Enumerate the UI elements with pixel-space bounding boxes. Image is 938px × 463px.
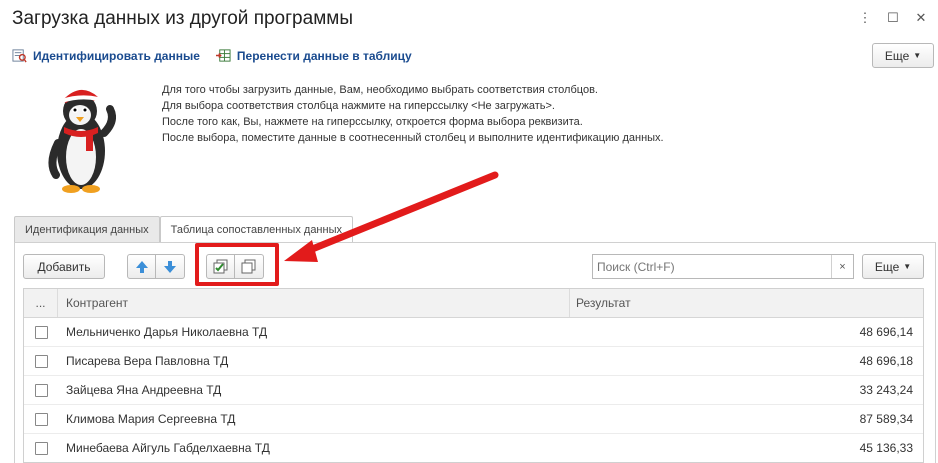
result-cell: 48 696,18 (859, 354, 913, 368)
result-cell: 48 696,14 (859, 325, 913, 339)
table-row[interactable]: Зайцева Яна Андреевна ТД 33 243,24 (24, 376, 923, 405)
maximize-icon[interactable]: ☐ (886, 10, 900, 26)
identify-data-label: Идентифицировать данные (33, 48, 200, 63)
table-more-button[interactable]: Еще ▼ (862, 254, 924, 279)
table-more-label: Еще (874, 259, 900, 274)
info-line: После выбора, поместите данные в соотнес… (162, 132, 664, 144)
chevron-down-icon: ▼ (903, 262, 912, 271)
tab-identification[interactable]: Идентификация данных (14, 216, 160, 242)
table-row[interactable]: Мельниченко Дарья Николаевна ТД 48 696,1… (24, 318, 923, 347)
clear-search-button[interactable]: × (831, 255, 853, 278)
highlight-frame (195, 243, 279, 286)
chevron-down-icon: ▼ (913, 51, 922, 60)
row-checkbox[interactable] (34, 441, 48, 455)
move-buttons (127, 254, 185, 279)
table-transfer-icon (215, 49, 231, 62)
arrow-down-icon (164, 260, 176, 273)
identify-data-button[interactable]: Идентифицировать данные (12, 48, 200, 63)
row-checkbox[interactable] (34, 325, 48, 339)
counterparty-cell: Писарева Вера Павловна ТД (66, 354, 229, 368)
column-header-result[interactable]: Результат (570, 289, 923, 317)
more-label: Еще (884, 48, 910, 63)
tab-mapped-table[interactable]: Таблица сопоставленных данных (159, 216, 353, 243)
info-line: Для выбора соответствия столбца нажмите … (162, 100, 555, 112)
data-table: ... Контрагент Результат Мельниченко Дар… (23, 288, 924, 463)
transfer-data-label: Перенести данные в таблицу (236, 48, 412, 63)
info-line: Для того чтобы загрузить данные, Вам, не… (162, 84, 598, 96)
window-controls: ⋮ ☐ ✕ (858, 10, 928, 26)
row-checkbox[interactable] (34, 354, 48, 368)
identify-icon (12, 49, 27, 63)
table-row[interactable]: Писарева Вера Павловна ТД 48 696,18 (24, 347, 923, 376)
info-line: После того как, Вы, нажмете на гиперссыл… (162, 116, 583, 128)
counterparty-cell: Зайцева Яна Андреевна ТД (66, 383, 222, 397)
result-cell: 33 243,24 (859, 383, 913, 397)
transfer-data-button[interactable]: Перенести данные в таблицу (215, 48, 412, 63)
search-input[interactable] (593, 255, 831, 278)
search-box: × (592, 254, 854, 279)
move-down-button[interactable] (156, 254, 185, 279)
table-row[interactable]: Минебаева Айгуль Габделхаевна ТД 45 136,… (24, 434, 923, 462)
window-title: Загрузка данных из другой программы (12, 8, 353, 29)
info-text: Для того чтобы загрузить данные, Вам, не… (162, 82, 664, 146)
table-row[interactable]: Климова Мария Сергеевна ТД 87 589,34 (24, 405, 923, 434)
row-checkbox[interactable] (34, 383, 48, 397)
tab-bar: Идентификация данных Таблица сопоставлен… (14, 216, 353, 243)
counterparty-cell: Минебаева Айгуль Габделхаевна ТД (66, 441, 270, 455)
penguin-mascot-icon (48, 89, 116, 193)
arrow-up-icon (135, 260, 148, 273)
column-header-counterparty[interactable]: Контрагент (58, 289, 570, 317)
more-button[interactable]: Еще ▼ (872, 43, 934, 68)
close-icon[interactable]: ✕ (914, 10, 928, 26)
column-header-check[interactable]: ... (24, 289, 58, 317)
result-cell: 87 589,34 (859, 412, 913, 426)
table-header: ... Контрагент Результат (24, 289, 923, 318)
command-bar: Идентифицировать данные Перенести данные… (12, 48, 412, 63)
result-cell: 45 136,33 (859, 441, 913, 455)
counterparty-cell: Мельниченко Дарья Николаевна ТД (66, 325, 268, 339)
row-checkbox[interactable] (34, 412, 48, 426)
add-button[interactable]: Добавить (23, 254, 105, 279)
move-up-button[interactable] (127, 254, 156, 279)
kebab-icon[interactable]: ⋮ (858, 10, 872, 26)
counterparty-cell: Климова Мария Сергеевна ТД (66, 412, 236, 426)
